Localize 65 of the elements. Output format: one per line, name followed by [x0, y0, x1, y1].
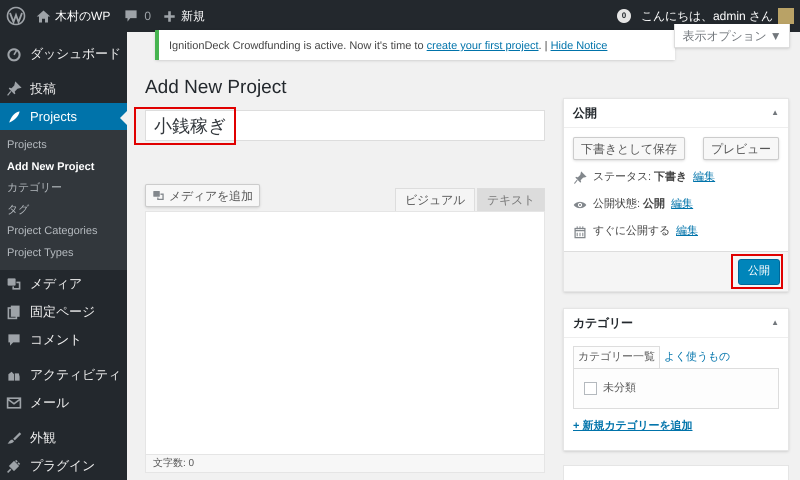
sidebar-menu-item[interactable]: 投稿	[0, 75, 127, 102]
avatar-placeholder[interactable]	[778, 8, 794, 24]
add-media-button[interactable]: メディアを追加	[145, 184, 260, 207]
status-text: すぐに公開する	[593, 224, 670, 240]
pushpin-icon	[6, 80, 22, 96]
brush-icon	[6, 430, 22, 446]
media-icon	[6, 276, 22, 292]
submenu-item[interactable]: カテゴリー	[0, 178, 127, 200]
notice-text: IgnitionDeck Crowdfunding is active. Now it's time to create your first project. | Hide Notice	[168, 39, 608, 54]
submenu-item[interactable]: Project Types	[0, 242, 127, 265]
sidebar-menu-item[interactable]: 固定ページ	[0, 298, 127, 326]
pushpin-icon	[573, 170, 587, 184]
sidebar-menu-item[interactable]: コメント	[0, 326, 127, 354]
edit-link[interactable]: 編集	[693, 169, 716, 186]
status-text: 公開状態: 公開	[593, 197, 666, 212]
collapse-toggle[interactable]: ▲	[771, 107, 779, 119]
submenu-item[interactable]: Add New Project	[0, 156, 127, 178]
speech-bubble-icon	[6, 332, 22, 348]
edit-link[interactable]: 編集	[671, 196, 694, 213]
sidebar-menu-item[interactable]: Projects	[0, 103, 127, 130]
sidebar-menu-item[interactable]: 外観	[0, 424, 127, 452]
pages-icon	[6, 304, 22, 320]
speech-bubble-icon	[124, 9, 138, 23]
panel-title: カテゴリー	[573, 315, 633, 332]
edit-link[interactable]: 編集	[676, 223, 698, 240]
calendar-icon	[573, 224, 587, 238]
sidebar-menu-item[interactable]: ダッシュボード	[0, 37, 127, 71]
sidebar-menu-item[interactable]: メール	[0, 390, 127, 417]
sidebar-menu-item[interactable]: アクティビティ	[0, 362, 127, 389]
site-link[interactable]: 木村のWP	[36, 7, 110, 25]
save-draft-button[interactable]: 下書きとして保存	[573, 137, 685, 160]
sidebar-menu-item[interactable]: メディア	[0, 270, 127, 298]
hide-notice-link[interactable]: Hide Notice	[550, 40, 608, 52]
wordpress-logo[interactable]	[6, 6, 26, 26]
submenu-item[interactable]: Projects	[0, 135, 127, 157]
publish-button[interactable]: 公開	[738, 258, 780, 285]
status-text: ステータス: 下書き	[593, 170, 688, 186]
collapse-toggle[interactable]: ▲	[771, 317, 779, 329]
home-icon	[36, 8, 51, 24]
panel-title: 公開	[573, 105, 597, 122]
screen-options-button[interactable]: 表示オプション ▼	[674, 24, 790, 48]
media-icon	[152, 189, 165, 202]
create-project-link[interactable]: create your first project	[426, 40, 539, 52]
submenu-item[interactable]: Project Categories	[0, 221, 127, 243]
add-category-link[interactable]: + 新規カテゴリーを追加	[573, 418, 692, 434]
page-title: Add New Project	[145, 76, 288, 100]
sidebar-menu-item[interactable]: プラグイン	[0, 452, 127, 480]
editor-tab[interactable]: ビジュアル	[395, 188, 475, 211]
title-field[interactable]: 小銭稼ぎ	[145, 110, 545, 141]
gauge-icon	[6, 46, 22, 62]
editor-area[interactable]	[145, 211, 545, 455]
word-count: 文字数: 0	[153, 456, 194, 471]
comments-link[interactable]: 0	[124, 7, 152, 25]
checkbox[interactable]	[584, 382, 597, 395]
submenu-item[interactable]: タグ	[0, 200, 127, 222]
category-tab[interactable]: よく使うもの	[660, 346, 734, 368]
plus-icon	[163, 10, 176, 22]
notification-count[interactable]: 0	[616, 9, 631, 23]
category-label: 未分類	[603, 381, 636, 396]
category-tab[interactable]: カテゴリー一覧	[573, 346, 660, 368]
greeting-link[interactable]: こんにちは、admin さん	[640, 7, 773, 25]
plug-icon	[6, 458, 22, 474]
envelope-icon	[6, 395, 22, 412]
preview-button[interactable]: プレビュー	[703, 137, 779, 160]
new-link[interactable]: 新規	[163, 7, 206, 25]
